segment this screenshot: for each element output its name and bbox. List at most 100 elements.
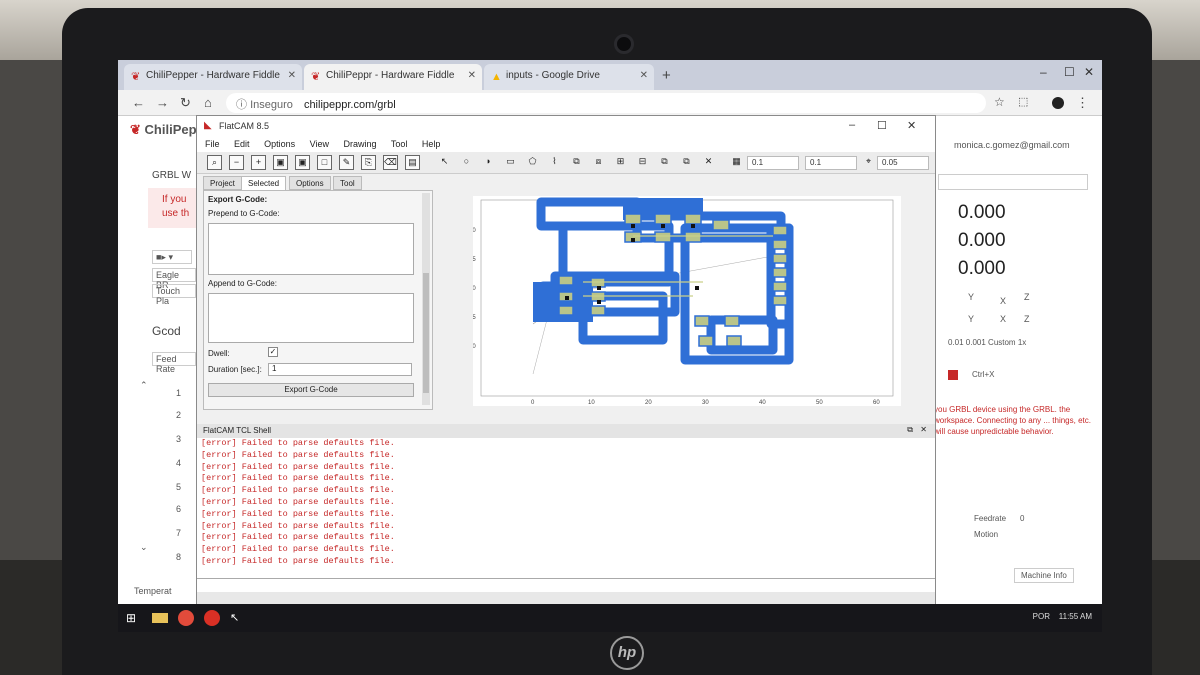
maximize-icon[interactable]: ☐ xyxy=(877,119,887,132)
tab-selected[interactable]: Selected xyxy=(241,176,287,190)
minimize-icon[interactable]: – xyxy=(849,119,855,131)
replot-icon[interactable]: ▣ xyxy=(295,155,310,170)
panel-scrollbar[interactable] xyxy=(422,193,430,405)
zoom-fit-icon[interactable]: ⌕ xyxy=(207,155,222,170)
zoom-in-icon[interactable]: + xyxy=(251,155,266,170)
menu-options[interactable]: Options xyxy=(264,139,295,149)
bookmark-star-icon[interactable]: ☆ xyxy=(994,95,1005,109)
profile-avatar[interactable] xyxy=(1052,97,1064,109)
shell-icon[interactable]: ▤ xyxy=(405,155,420,170)
menu-help[interactable]: Help xyxy=(422,139,441,149)
export-gcode-button[interactable]: Export G-Code xyxy=(208,383,414,397)
grid-x-field[interactable]: 0.1 xyxy=(747,156,799,170)
update-geometry-icon[interactable]: ⎘ xyxy=(361,155,376,170)
url-input[interactable]: ⓘ Inseguro chilipeppr.com/grbl xyxy=(226,93,986,113)
taskbar-clock[interactable]: 11:55 AM xyxy=(1059,612,1092,621)
close-tab-icon[interactable]: ✕ xyxy=(640,70,648,81)
undock-icon[interactable]: ⧉ xyxy=(907,425,913,435)
jog-x-button[interactable]: X xyxy=(1000,296,1006,306)
duration-input[interactable]: 1 xyxy=(268,363,412,376)
prepend-textarea[interactable] xyxy=(208,223,414,275)
close-shell-icon[interactable]: ✕ xyxy=(920,425,927,434)
polygon-icon[interactable]: ⬠ xyxy=(525,155,540,170)
forward-icon[interactable]: → xyxy=(156,95,169,110)
snap-distance-field[interactable]: 0.05 xyxy=(877,156,929,170)
new-geometry-icon[interactable]: □ xyxy=(317,155,332,170)
chili-icon: ❦ xyxy=(130,122,141,137)
rectangle-icon[interactable]: ▭ xyxy=(503,155,518,170)
menu-tool[interactable]: Tool xyxy=(391,139,408,149)
edit-geometry-icon[interactable]: ✎ xyxy=(339,155,354,170)
browser-tab-2[interactable]: ❦ ChiliPeppr - Hardware Fiddle ✕ xyxy=(304,64,482,90)
workspace-item-touch[interactable]: Touch Pla xyxy=(152,284,196,306)
delete-shape-icon[interactable]: ✕ xyxy=(701,155,716,170)
command-shortcut[interactable]: Ctrl+X xyxy=(972,370,994,379)
path-icon[interactable]: ⌇ xyxy=(547,155,562,170)
jog-z-plus-button[interactable]: Z xyxy=(1024,292,1030,302)
shell-line: [error] Failed to parse defaults file. xyxy=(201,438,395,448)
intersection-icon[interactable]: ⊟ xyxy=(635,155,650,170)
shell-command-input[interactable] xyxy=(197,578,935,592)
subtract-icon[interactable]: ⧉ xyxy=(657,155,672,170)
new-tab-icon[interactable]: + xyxy=(662,67,671,84)
close-window-icon[interactable]: ✕ xyxy=(1084,65,1094,79)
minimize-icon[interactable]: – xyxy=(1040,65,1047,79)
browser-tab-1[interactable]: ❦ ChiliPepper - Hardware Fiddle ✕ xyxy=(124,64,302,90)
flatcam-menubar: File Edit Options View Drawing Tool Help xyxy=(197,136,935,152)
copper-fill xyxy=(533,282,593,322)
close-icon[interactable]: ✕ xyxy=(907,119,916,132)
zoom-out-icon[interactable]: − xyxy=(229,155,244,170)
jog-z-minus-button[interactable]: Z xyxy=(1024,314,1030,324)
dwell-checkbox[interactable]: ✓ xyxy=(268,347,278,357)
append-textarea[interactable] xyxy=(208,293,414,343)
move-icon[interactable]: ⧉ xyxy=(569,155,584,170)
tab-tool[interactable]: Tool xyxy=(333,176,362,190)
workspace-item-eagle[interactable]: Eagle BR xyxy=(152,268,196,290)
close-tab-icon[interactable]: ✕ xyxy=(468,70,476,81)
close-tab-icon[interactable]: ✕ xyxy=(288,70,296,81)
home-icon[interactable]: ⌂ xyxy=(204,95,212,110)
start-windows-icon[interactable]: ⊞ xyxy=(126,610,142,626)
menu-view[interactable]: View xyxy=(310,139,329,149)
maximize-icon[interactable]: ☐ xyxy=(1064,65,1075,79)
jog-y-minus-button[interactable]: Y xyxy=(968,314,974,324)
stop-icon[interactable] xyxy=(948,370,958,380)
snap-icon[interactable]: ⌖ xyxy=(861,155,876,170)
shell-line: [error] Failed to parse defaults file. xyxy=(201,532,395,543)
clear-plot-icon[interactable]: ▣ xyxy=(273,155,288,170)
select-arrow-icon[interactable]: ↖ xyxy=(437,155,452,170)
grid-y-field[interactable]: 0.1 xyxy=(805,156,857,170)
workspace-dropdown[interactable]: ■▸ ▾ xyxy=(152,250,192,264)
file-explorer-icon[interactable] xyxy=(152,613,168,623)
back-icon[interactable]: ← xyxy=(132,95,145,110)
chrome-icon[interactable] xyxy=(178,610,194,626)
jog-y-plus-button[interactable]: Y xyxy=(968,292,974,302)
circle-icon[interactable]: ○ xyxy=(459,155,474,170)
menu-drawing[interactable]: Drawing xyxy=(343,139,376,149)
feed-rate-field[interactable]: Feed Rate xyxy=(152,352,196,374)
tab-project[interactable]: Project xyxy=(203,176,242,190)
copy-icon[interactable]: ⧈ xyxy=(591,155,606,170)
scroll-up-icon[interactable]: ⌃ xyxy=(140,380,148,391)
union-icon[interactable]: ⊞ xyxy=(613,155,628,170)
x-axis-value: 0.000 xyxy=(958,202,1006,223)
browser-tab-3[interactable]: ▲ inputs - Google Drive ✕ xyxy=(484,64,654,90)
jog-x-minus-button[interactable]: X xyxy=(1000,314,1006,324)
jog-settings[interactable]: 0.01 0.001 Custom 1x xyxy=(948,338,1026,347)
tab-options[interactable]: Options xyxy=(289,176,331,190)
account-email[interactable]: monica.c.gomez@gmail.com xyxy=(954,140,1070,150)
language-indicator[interactable]: POR xyxy=(1033,612,1050,621)
reload-icon[interactable]: ↻ xyxy=(180,95,191,111)
flatcam-taskbar-icon[interactable] xyxy=(204,610,220,626)
scroll-down-icon[interactable]: ⌄ xyxy=(140,542,148,553)
delete-icon[interactable]: ⌫ xyxy=(383,155,398,170)
extension-icon[interactable]: ⬚ xyxy=(1018,95,1028,108)
cut-icon[interactable]: ⧉ xyxy=(679,155,694,170)
menu-file[interactable]: File xyxy=(205,139,220,149)
machine-info-button[interactable]: Machine Info xyxy=(1014,568,1074,583)
grid-icon[interactable]: ▦ xyxy=(729,155,744,170)
menu-edit[interactable]: Edit xyxy=(234,139,250,149)
arc-icon[interactable]: ◗ xyxy=(481,155,496,170)
pointer-app-icon[interactable]: ↖ xyxy=(230,610,246,626)
browser-menu-icon[interactable]: ⋮ xyxy=(1076,95,1089,111)
